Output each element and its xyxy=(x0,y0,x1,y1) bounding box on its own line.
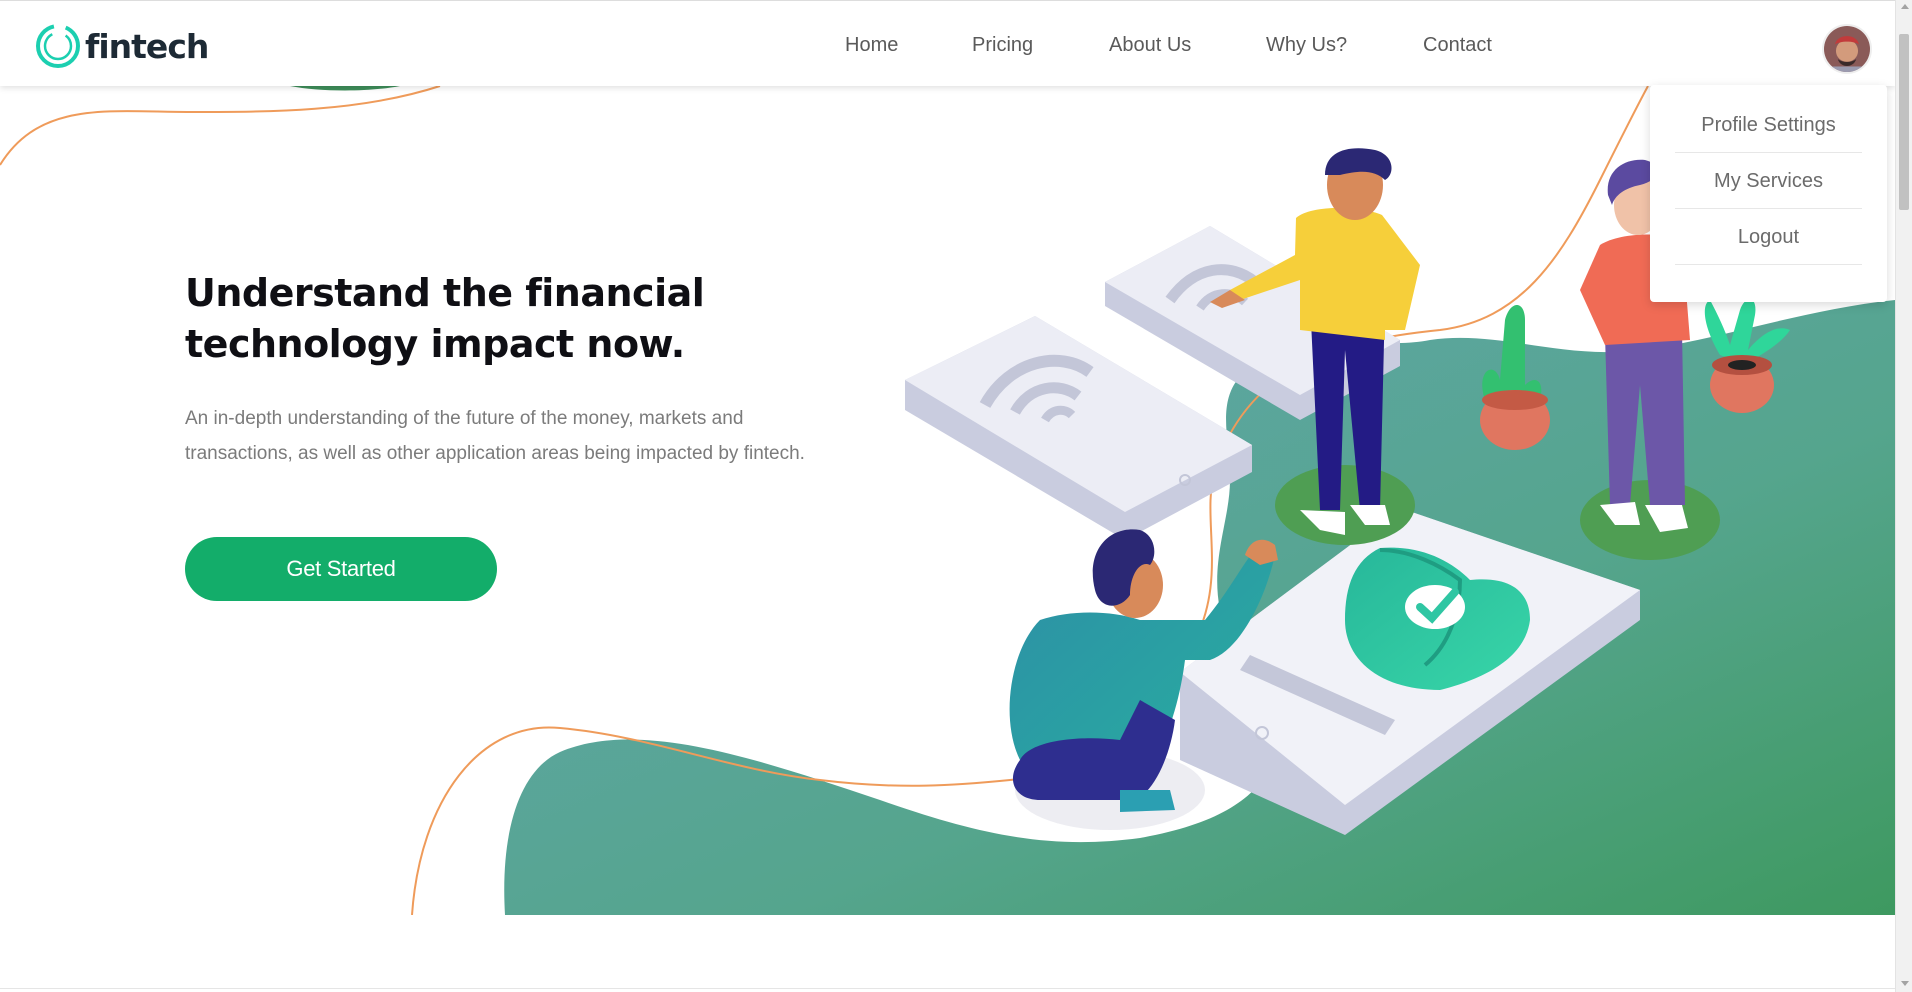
scroll-down-arrow-icon[interactable] xyxy=(1901,981,1909,986)
nav-item-contact[interactable]: Contact xyxy=(1423,34,1492,57)
page-scrollbar[interactable] xyxy=(1895,0,1912,992)
nav-item-pricing[interactable]: Pricing xyxy=(972,34,1033,57)
menu-item-logout[interactable]: Logout xyxy=(1675,209,1862,265)
user-avatar-icon xyxy=(1824,26,1870,72)
logo-ring-icon xyxy=(36,24,80,68)
nav-item-why-us[interactable]: Why Us? xyxy=(1266,34,1347,57)
scroll-up-arrow-icon[interactable] xyxy=(1901,4,1909,9)
get-started-button[interactable]: Get Started xyxy=(185,537,497,601)
user-dropdown-menu: Profile Settings My Services Logout xyxy=(1650,85,1887,302)
hero-description: An in-depth understanding of the future … xyxy=(185,408,805,464)
browser-viewport: fintech Home Pricing About Us Why Us? Co… xyxy=(0,0,1895,992)
brand-name: fintech xyxy=(85,26,209,66)
menu-item-my-services[interactable]: My Services xyxy=(1675,153,1862,209)
nav-item-about-us[interactable]: About Us xyxy=(1109,34,1191,57)
site-header: fintech Home Pricing About Us Why Us? Co… xyxy=(0,0,1895,86)
nav-item-home[interactable]: Home xyxy=(845,34,898,57)
menu-item-profile-settings[interactable]: Profile Settings xyxy=(1675,97,1862,153)
brand-logo[interactable]: fintech xyxy=(33,21,209,71)
scrollbar-thumb[interactable] xyxy=(1899,34,1909,210)
section-divider xyxy=(0,988,1895,989)
hero-content: Understand the financial technology impa… xyxy=(185,268,805,471)
hero-title: Understand the financial technology impa… xyxy=(185,271,705,366)
user-avatar[interactable] xyxy=(1822,24,1872,74)
